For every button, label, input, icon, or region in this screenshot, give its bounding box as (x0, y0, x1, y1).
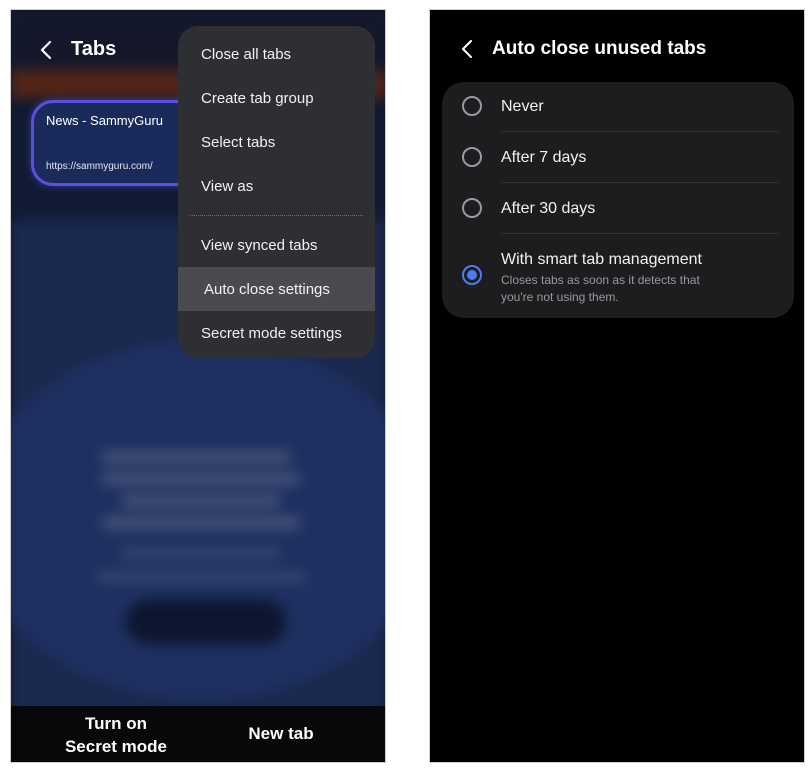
tabs-screen: Tabs News - SammyGuru https://sammyguru.… (10, 9, 386, 763)
menu-item-create-tab-group[interactable]: Create tab group (178, 76, 375, 120)
radio-button[interactable] (462, 96, 482, 116)
option-divider (501, 131, 779, 132)
tabs-header: Tabs (35, 38, 116, 61)
radio-button[interactable] (462, 147, 482, 167)
back-chevron-icon[interactable] (35, 39, 57, 61)
menu-item-auto-close-settings[interactable]: Auto close settings (178, 267, 375, 311)
option-label: With smart tab management (501, 251, 702, 268)
secret-mode-label-line1: Turn on (85, 714, 147, 733)
menu-item-select-tabs[interactable]: Select tabs (178, 120, 375, 164)
back-chevron-icon[interactable] (456, 38, 478, 60)
menu-divider (190, 215, 363, 216)
option-divider (501, 233, 779, 234)
option-description-line1: Closes tabs as soon as it detects that (501, 273, 700, 287)
tab-card-title: News - SammyGuru (46, 113, 164, 128)
new-tab-button[interactable]: New tab (226, 724, 336, 744)
page-title: Tabs (71, 38, 117, 60)
auto-close-screen: Auto close unused tabs Never After 7 day… (429, 9, 805, 763)
radio-button-selected[interactable] (462, 265, 482, 285)
auto-close-header: Auto close unused tabs (456, 38, 706, 60)
option-label: After 7 days (501, 149, 587, 166)
option-description-line2: you're not using them. (501, 290, 619, 304)
secret-mode-label-line2: Secret mode (64, 737, 168, 756)
menu-item-close-all-tabs[interactable]: Close all tabs (178, 32, 375, 76)
radio-button[interactable] (462, 198, 482, 218)
tab-card-url: https://sammyguru.com/ (46, 161, 153, 172)
page-title: Auto close unused tabs (492, 38, 707, 59)
turn-on-secret-mode-button[interactable]: Turn on Secret mode (51, 712, 181, 758)
option-label: Never (501, 98, 544, 115)
option-label: After 30 days (501, 200, 596, 217)
option-divider (501, 182, 779, 183)
menu-item-view-as[interactable]: View as (178, 164, 375, 208)
menu-item-secret-mode-settings[interactable]: Secret mode settings (178, 311, 375, 355)
bottom-bar: Turn on Secret mode New tab (11, 706, 385, 762)
overflow-menu: Close all tabs Create tab group Select t… (178, 26, 375, 358)
menu-item-view-synced-tabs[interactable]: View synced tabs (178, 223, 375, 267)
auto-close-options-card: Never After 7 days After 30 days With sm… (442, 82, 794, 318)
